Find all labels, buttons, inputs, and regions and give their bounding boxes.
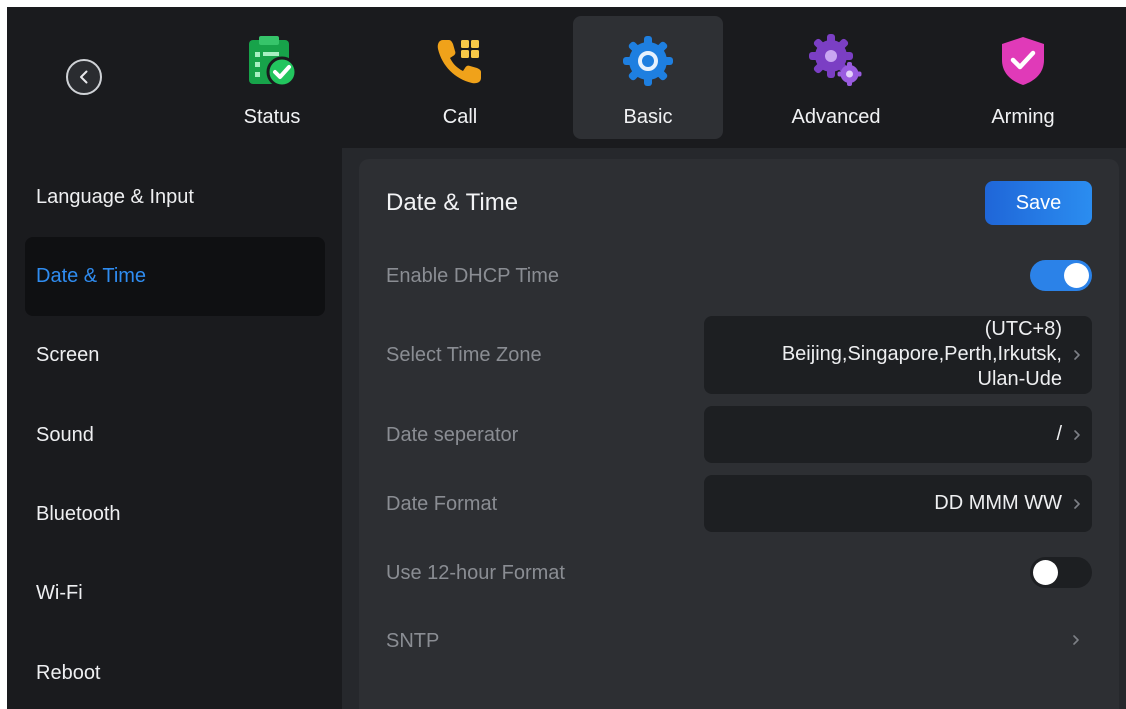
tab-call[interactable]: Call [385,16,535,139]
sidebar-item-label: Screen [36,344,100,366]
dhcp-time-label: Enable DHCP Time [386,265,560,287]
time-zone-value-line: Ulan-Ude [977,368,1062,390]
sidebar-item-label: Language & Input [36,186,194,208]
sidebar-item-date-time[interactable]: Date & Time [25,237,325,316]
settings-main: Date & Time Save Enable DHCP Time Select… [342,148,1126,709]
status-icon [245,34,299,88]
sntp-label[interactable]: SNTP [386,630,439,653]
top-nav-bar: Status Call Basic Advanced Arming [7,7,1126,148]
date-format-value: DD MMM WW [934,492,1062,514]
sidebar-item-language-input[interactable]: Language & Input [25,158,325,237]
time-zone-value-line: (UTC+8) [984,318,1062,340]
settings-sidebar: Language & Input Date & Time Screen Soun… [7,148,342,709]
tab-basic[interactable]: Basic [573,16,723,139]
tab-arming-label: Arming [991,106,1055,128]
date-format-select[interactable]: DD MMM WW [704,475,1092,532]
date-separator-value: / [1056,423,1062,445]
tab-advanced-label: Advanced [791,106,881,128]
time-zone-value-line: Beijing,Singapore,Perth,Irkutsk, [781,343,1062,365]
sidebar-item-bluetooth[interactable]: Bluetooth [25,475,325,554]
tab-arming[interactable]: Arming [948,16,1098,139]
sidebar-item-reboot[interactable]: Reboot [25,634,325,709]
sidebar-item-label: Date & Time [36,265,147,287]
back-button[interactable] [66,59,102,95]
chevron-right-icon [1074,350,1080,360]
sidebar-item-label: Wi-Fi [36,582,83,604]
date-separator-select[interactable]: / [704,406,1092,463]
chevron-right-icon [1074,429,1080,440]
toggle-knob [1064,263,1089,288]
sidebar-item-wifi[interactable]: Wi-Fi [25,554,325,633]
sidebar-item-label: Sound [36,424,94,446]
dhcp-time-toggle[interactable] [1030,260,1092,291]
chevron-left-icon [80,70,88,84]
time-zone-select[interactable]: (UTC+8) Beijing,Singapore,Perth,Irkutsk,… [704,316,1092,394]
sidebar-item-label: Reboot [36,662,101,684]
tab-status[interactable]: Status [197,16,347,139]
save-button[interactable]: Save [985,181,1092,225]
tab-call-label: Call [442,106,478,128]
arming-shield-icon [996,34,1050,88]
tab-advanced[interactable]: Advanced [761,16,911,139]
call-icon [433,34,487,88]
chevron-right-icon[interactable] [1071,634,1081,646]
sidebar-item-sound[interactable]: Sound [25,396,325,475]
sidebar-item-screen[interactable]: Screen [25,316,325,395]
hour12-format-label: Use 12-hour Format [386,562,565,584]
date-time-card: Date & Time Save Enable DHCP Time Select… [359,159,1119,709]
sidebar-item-label: Bluetooth [36,503,121,525]
chevron-right-icon [1074,498,1080,509]
basic-gear-icon [621,34,675,88]
tab-basic-label: Basic [623,106,673,128]
date-separator-label: Date seperator [386,424,519,446]
settings-screen: Status Call Basic Advanced Arming Langua… [7,7,1126,709]
toggle-knob [1033,560,1058,585]
tab-status-label: Status [243,106,301,128]
time-zone-label: Select Time Zone [386,344,542,366]
date-format-label: Date Format [386,493,498,515]
page-title: Date & Time [386,189,519,216]
advanced-gear-icon [809,34,863,88]
hour12-format-toggle[interactable] [1030,557,1092,588]
